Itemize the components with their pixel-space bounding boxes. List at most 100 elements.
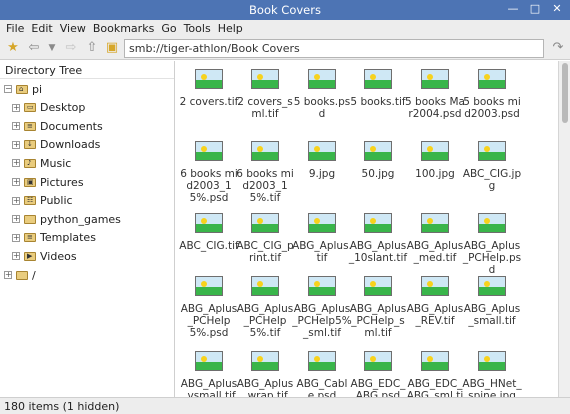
file-item[interactable]: 100.jpg <box>405 141 465 180</box>
back-icon[interactable]: ⇦ <box>26 40 42 56</box>
image-file-icon <box>251 213 279 233</box>
expander-icon[interactable]: + <box>12 252 20 261</box>
menu-bookmarks[interactable]: Bookmarks <box>91 20 159 37</box>
file-item[interactable]: 5 books.psd <box>292 69 352 120</box>
expander-icon[interactable]: + <box>12 233 20 242</box>
expander-icon[interactable]: + <box>12 215 20 224</box>
tree-item-music[interactable]: + ♪ Music <box>12 154 71 172</box>
file-item[interactable]: ABG_Aplus_small.tif <box>462 276 522 327</box>
file-item[interactable]: 50.jpg <box>348 141 408 180</box>
expander-icon[interactable]: + <box>12 140 20 149</box>
tree-item-videos[interactable]: + ▶ Videos <box>12 247 77 265</box>
window-title: Book Covers <box>249 3 321 17</box>
expander-icon[interactable]: + <box>4 271 12 279</box>
file-item[interactable]: ABC_CIG.tif <box>179 213 239 252</box>
location-bar[interactable]: smb://tiger-athlon/Book Covers <box>124 39 544 58</box>
file-item[interactable]: ABG_Aplus.tif <box>292 213 352 264</box>
file-item[interactable]: ABG_Aplus_vsmall.tif <box>179 351 239 397</box>
file-name: 5 books.tif <box>350 96 406 108</box>
scrollbar-thumb[interactable] <box>562 63 568 123</box>
file-item[interactable]: ABG_EDC_ABG.psd <box>348 351 408 397</box>
file-item[interactable]: ABC_CIG.jpg <box>462 141 522 192</box>
file-item[interactable]: ABG_Aplus_PCHelp_sml.tif <box>348 276 408 339</box>
tree-item-pi[interactable]: − ⌂ pi <box>4 80 42 98</box>
tree-item-desktop[interactable]: + ▭ Desktop <box>12 99 85 117</box>
menu-help[interactable]: Help <box>216 20 248 37</box>
tree-item-python_games[interactable]: + python_games <box>12 210 121 228</box>
tree-item-root[interactable]: + / <box>4 266 36 284</box>
image-file-icon <box>308 351 336 371</box>
file-item[interactable]: ABC_CIG_print.tif <box>235 213 295 264</box>
minimize-icon[interactable]: — <box>506 2 520 16</box>
file-item[interactable]: 5 books Mar2004.psd <box>405 69 465 120</box>
file-item[interactable]: 2 covers_sml.tif <box>235 69 295 120</box>
tree-item-label: Music <box>40 156 72 170</box>
tree-item-public[interactable]: + ☷ Public <box>12 192 73 210</box>
vertical-scrollbar[interactable] <box>558 61 570 397</box>
image-file-icon <box>364 141 392 161</box>
expander-icon[interactable]: + <box>12 122 20 131</box>
menu-file[interactable]: File <box>4 20 29 37</box>
sidebar-header[interactable]: Directory Tree <box>0 61 174 79</box>
menu-go[interactable]: Go <box>159 20 181 37</box>
file-item[interactable]: 5 books mid2003.psd <box>462 69 522 120</box>
history-dropdown-icon[interactable]: ▼ <box>44 40 60 56</box>
expander-icon[interactable]: − <box>4 85 12 93</box>
file-name: ABC_CIG.tif <box>179 240 239 252</box>
tree-item-label: python_games <box>40 212 121 226</box>
file-item[interactable]: ABG_EDC_ABG_sml.tif <box>405 351 465 397</box>
tree-item-label: Pictures <box>40 175 84 189</box>
close-icon[interactable]: ✕ <box>550 2 564 16</box>
file-item[interactable]: 9.jpg <box>292 141 352 180</box>
file-item[interactable]: ABG_Aplus_10slant.tif <box>348 213 408 264</box>
menu-tools[interactable]: Tools <box>182 20 216 37</box>
file-item[interactable]: ABG_Aplus_wrap.tif <box>235 351 295 397</box>
file-name: ABG_Aplus_10slant.tif <box>348 240 408 264</box>
menu-view[interactable]: View <box>58 20 91 37</box>
image-file-icon <box>195 213 223 233</box>
new-tab-icon[interactable]: ★ <box>5 40 21 56</box>
image-file-icon <box>478 69 506 89</box>
folder-icon: ≡ <box>24 121 36 131</box>
tree-item-documents[interactable]: + ≡ Documents <box>12 117 103 135</box>
forward-icon[interactable]: ⇨ <box>63 40 79 56</box>
file-item[interactable]: 6 books mid2003_15%.tif <box>235 141 295 204</box>
file-item[interactable]: ABG_Aplus_PCHelp5%.psd <box>179 276 239 339</box>
image-file-icon <box>195 141 223 161</box>
go-jump-icon[interactable]: ↷ <box>550 40 566 56</box>
file-item[interactable]: ABG_Aplus_PCHelp5%_sml.tif <box>292 276 352 339</box>
image-file-icon <box>364 69 392 89</box>
file-name: 5 books.psd <box>293 96 351 120</box>
file-name: ABG_Aplus_small.tif <box>463 303 521 327</box>
expander-icon[interactable]: + <box>12 103 20 112</box>
file-item[interactable]: ABG_Aplus_REV.tif <box>405 276 465 327</box>
file-name: ABC_CIG.jpg <box>462 168 522 192</box>
expander-icon[interactable]: + <box>12 196 20 205</box>
directory-tree-pane: Directory Tree − ⌂ pi + ▭ Desktop + ≡ Documents +… <box>0 61 175 397</box>
tree-item-label: pi <box>32 82 43 96</box>
file-item[interactable]: ABG_Cable.psd <box>292 351 352 397</box>
up-folder-icon[interactable]: ⇧ <box>84 40 100 56</box>
image-file-icon <box>308 213 336 233</box>
file-name: 6 books mid2003_15%.tif <box>236 168 294 204</box>
maximize-icon[interactable]: □ <box>528 2 542 16</box>
file-item[interactable]: ABG_HNet_spine.jpg <box>462 351 522 397</box>
tree-item-downloads[interactable]: + ↓ Downloads <box>12 136 100 154</box>
expander-icon[interactable]: + <box>12 159 20 168</box>
image-file-icon <box>251 276 279 296</box>
title-bar: Book Covers — □ ✕ <box>0 0 570 20</box>
file-item[interactable]: 5 books.tif <box>348 69 408 108</box>
file-item[interactable]: ABG_Aplus_PCHelp5%.tif <box>235 276 295 339</box>
file-item[interactable]: ABG_Aplus_med.tif <box>405 213 465 264</box>
file-item[interactable]: ABG_Aplus_PCHelp.psd <box>462 213 522 276</box>
home-folder-icon[interactable]: ▣ <box>104 40 120 56</box>
image-file-icon <box>421 141 449 161</box>
tree-item-templates[interactable]: + ≡ Templates <box>12 229 96 247</box>
file-name: ABG_EDC_ABG.psd <box>350 378 406 397</box>
expander-icon[interactable]: + <box>12 178 20 186</box>
file-item[interactable]: 6 books mid2003_15%.psd <box>179 141 239 204</box>
file-item[interactable]: 2 covers.tif <box>179 69 239 108</box>
tree-item-pictures[interactable]: + ▣ Pictures <box>12 173 84 191</box>
file-name: ABG_Aplus_REV.tif <box>406 303 464 327</box>
menu-edit[interactable]: Edit <box>29 20 57 37</box>
